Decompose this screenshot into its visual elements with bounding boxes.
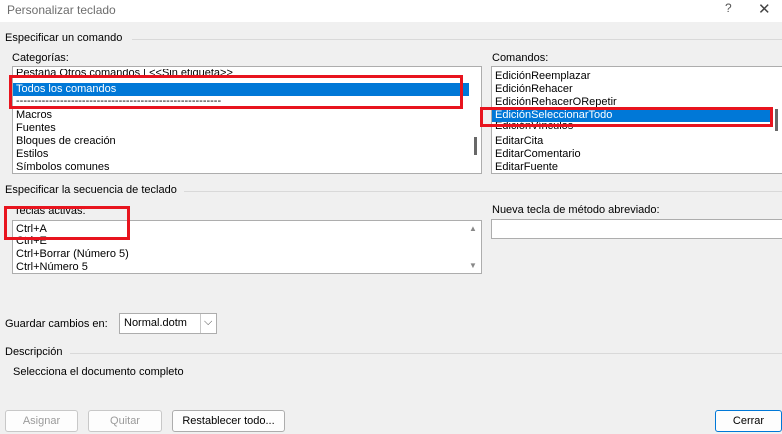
- save-changes-dropdown[interactable]: Normal.dotm ⌵: [119, 313, 217, 334]
- dropdown-divider: [200, 314, 201, 333]
- list-item[interactable]: Macros: [13, 109, 481, 122]
- key-sequence-heading: Especificar la secuencia de teclado: [5, 184, 177, 196]
- highlight-box: [9, 75, 463, 109]
- section-divider: [70, 353, 782, 354]
- list-item[interactable]: EdiciónReemplazar: [492, 70, 782, 83]
- list-item[interactable]: Bloques de creación: [13, 135, 481, 148]
- save-changes-label: Guardar cambios en:: [5, 318, 108, 330]
- remove-button[interactable]: Quitar: [88, 410, 162, 432]
- list-item[interactable]: Fuentes: [13, 122, 481, 135]
- list-item[interactable]: Estilos: [13, 148, 481, 161]
- help-button[interactable]: ?: [725, 1, 732, 15]
- specify-command-heading: Especificar un comando: [5, 32, 123, 44]
- close-button[interactable]: Cerrar: [715, 410, 782, 432]
- assign-button[interactable]: Asignar: [5, 410, 78, 432]
- save-changes-value: Normal.dotm: [124, 317, 187, 329]
- new-shortcut-label: Nueva tecla de método abreviado:: [492, 204, 660, 216]
- new-shortcut-input[interactable]: [491, 219, 782, 239]
- list-item[interactable]: EditarCita: [492, 135, 782, 148]
- list-item[interactable]: Ctrl+Número 5: [13, 261, 481, 273]
- commands-scrollbar[interactable]: [772, 67, 782, 173]
- categories-label: Categorías:: [12, 52, 69, 64]
- highlight-box: [480, 107, 773, 127]
- commands-label: Comandos:: [492, 52, 549, 64]
- close-window-button[interactable]: ✕: [758, 0, 771, 18]
- scroll-thumb[interactable]: [775, 109, 778, 131]
- list-item[interactable]: Ctrl+Borrar (Número 5): [13, 248, 481, 261]
- highlight-box: [4, 206, 130, 240]
- window-title: Personalizar teclado: [7, 3, 116, 17]
- title-bar: [0, 0, 782, 22]
- section-divider: [132, 39, 782, 40]
- description-text: Selecciona el documento completo: [13, 366, 184, 378]
- section-divider: [184, 191, 782, 192]
- scroll-thumb[interactable]: [474, 137, 477, 155]
- list-item[interactable]: Símbolos comunes: [13, 161, 481, 173]
- description-heading: Descripción: [5, 346, 63, 358]
- scroll-up-icon[interactable]: ▲: [469, 224, 477, 233]
- list-item[interactable]: EditarComentario: [492, 148, 782, 161]
- chevron-down-icon[interactable]: ⌵: [204, 316, 212, 329]
- scroll-down-icon[interactable]: ▼: [469, 261, 477, 270]
- list-item[interactable]: EditarFuente: [492, 161, 782, 173]
- list-item[interactable]: EdiciónRehacer: [492, 83, 782, 96]
- reset-all-button[interactable]: Restablecer todo...: [172, 410, 285, 432]
- keys-scrollbar[interactable]: ▲ ▼: [469, 221, 479, 273]
